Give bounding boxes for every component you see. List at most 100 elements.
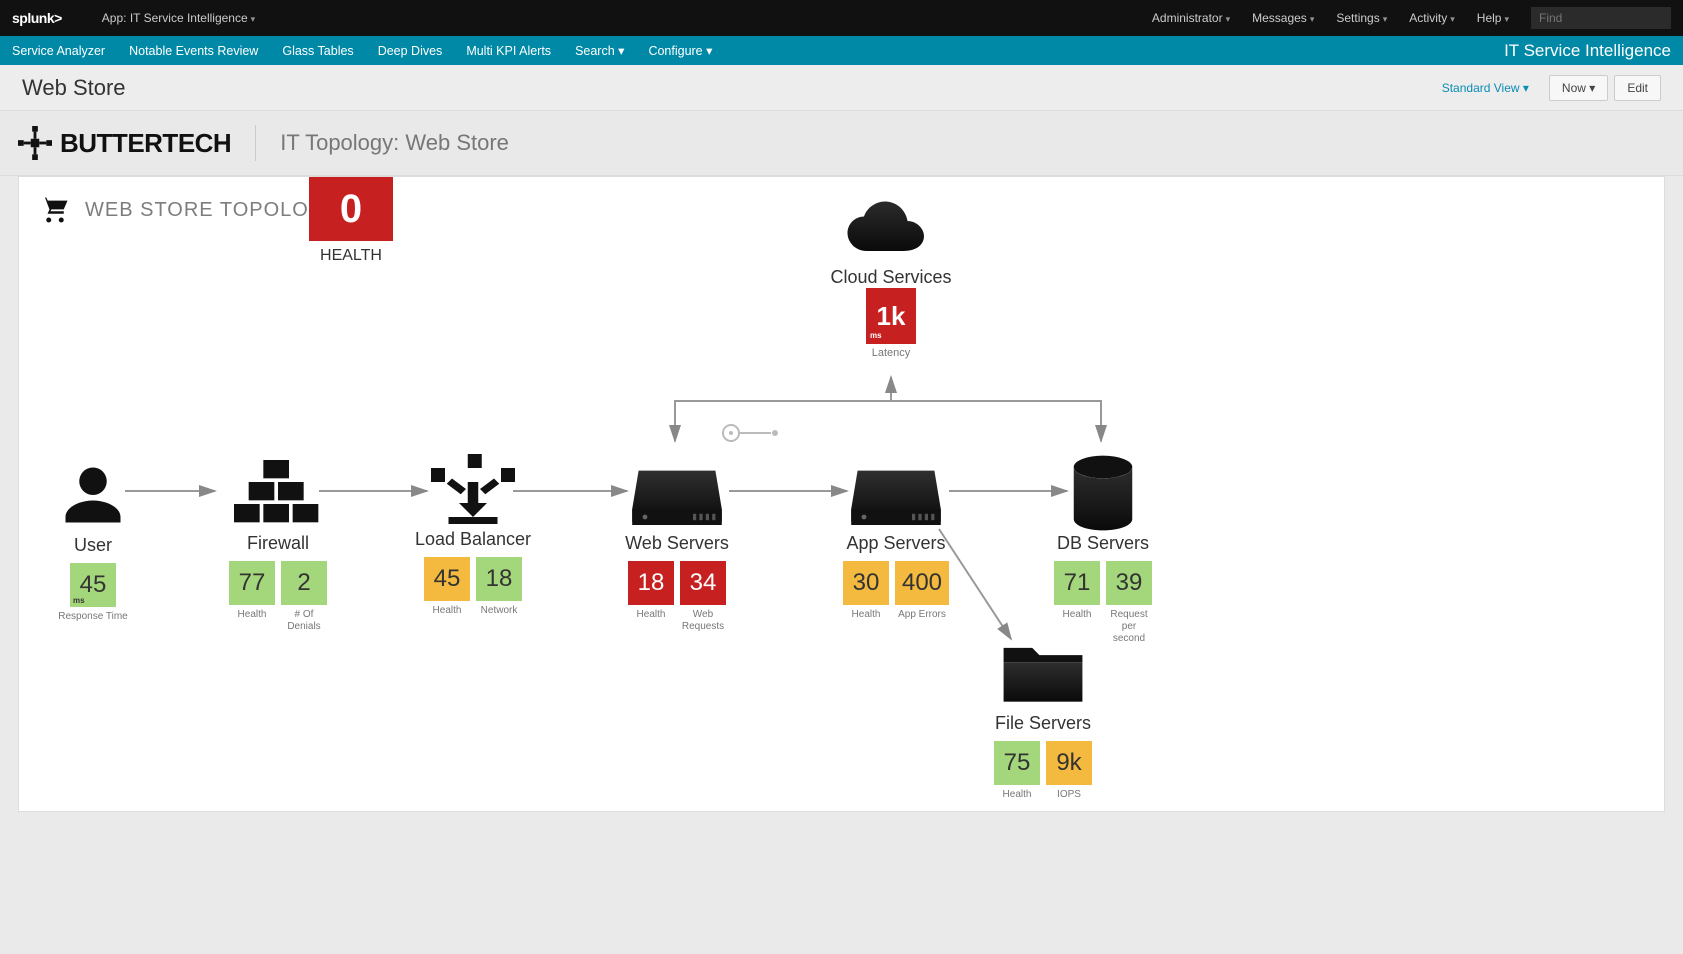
- kpi-value: 39: [1116, 571, 1143, 595]
- kpi-db-rps[interactable]: 39: [1106, 561, 1152, 605]
- kpi-firewall-denials[interactable]: 2: [281, 561, 327, 605]
- help-menu[interactable]: Help▾: [1477, 11, 1509, 25]
- node-lb-name: Load Balancer: [393, 529, 553, 550]
- kpi-value: 45: [434, 567, 461, 591]
- chevron-down-icon: ▾: [618, 44, 624, 58]
- kpi-value: 75: [1004, 751, 1031, 775]
- kpi-value: 1k: [877, 301, 906, 332]
- standard-view-link[interactable]: Standard View ▾: [1442, 81, 1529, 95]
- settings-menu[interactable]: Settings ▾: [1336, 11, 1387, 25]
- node-firewall-name: Firewall: [203, 533, 353, 554]
- node-db-servers[interactable]: DB Servers 71 39 HealthRequest per secon…: [1023, 457, 1183, 645]
- administrator-menu[interactable]: Administrator▾: [1152, 11, 1230, 25]
- kpi-value: 71: [1064, 571, 1091, 595]
- kpi-lb-health[interactable]: 45: [424, 557, 470, 601]
- nav-bar: Service Analyzer Notable Events Review G…: [0, 36, 1683, 65]
- kpi-value: 45: [80, 573, 107, 597]
- kpi-unit: ms: [870, 331, 882, 340]
- subtitle: IT Topology: Web Store: [280, 130, 509, 156]
- nav-notable-events[interactable]: Notable Events Review: [129, 44, 258, 58]
- panel-title: WEB STORE TOPOLOGY: [37, 195, 340, 225]
- kpi-value: 18: [486, 567, 513, 591]
- administrator-label: Administrator: [1152, 11, 1223, 25]
- load-balancer-icon: [425, 453, 521, 525]
- kpi-web-health[interactable]: 18: [628, 561, 674, 605]
- kpi-value: 34: [690, 571, 717, 595]
- chevron-down-icon: ▾: [706, 44, 712, 58]
- app-switcher-label: App: IT Service Intelligence: [102, 11, 248, 25]
- kpi-lb-network[interactable]: 18: [476, 557, 522, 601]
- health-big-caption: HEALTH: [309, 247, 393, 265]
- nav-multi-kpi[interactable]: Multi KPI Alerts: [466, 44, 551, 58]
- kpi-user-response-time[interactable]: 45ms: [70, 563, 116, 607]
- kpi-caption: Health: [628, 609, 674, 633]
- nav-glass-tables[interactable]: Glass Tables: [282, 44, 353, 58]
- kpi-caption: Latency: [811, 347, 971, 359]
- user-icon: [45, 459, 141, 531]
- kpi-firewall-health[interactable]: 77: [229, 561, 275, 605]
- chevron-down-icon: ▾: [1226, 14, 1231, 24]
- node-firewall[interactable]: Firewall 77 2 Health# Of Denials: [203, 457, 353, 633]
- database-icon: [1055, 457, 1151, 529]
- find-wrap: [1531, 7, 1671, 29]
- panel-title-text: WEB STORE TOPOLOGY: [85, 199, 340, 222]
- kpi-caption: Response Time: [58, 611, 127, 623]
- kpi-db-health[interactable]: 71: [1054, 561, 1100, 605]
- node-cloud-services[interactable]: Cloud Services 1k ms Latency: [811, 191, 971, 359]
- chevron-down-icon: ▾: [1523, 81, 1529, 95]
- kpi-value: 2: [297, 571, 310, 595]
- title-bar: Web Store Standard View ▾ Now ▾ Edit: [0, 65, 1683, 111]
- node-user[interactable]: User 45ms Response Time: [33, 459, 153, 623]
- top-bar: splunk> App: IT Service Intelligence▾ Ad…: [0, 0, 1683, 36]
- help-label: Help: [1477, 11, 1502, 25]
- firewall-icon: [230, 457, 326, 529]
- splunk-logo: splunk>: [12, 10, 62, 26]
- messages-menu[interactable]: Messages▾: [1252, 11, 1314, 25]
- timepicker-now-button[interactable]: Now ▾: [1549, 75, 1608, 101]
- folder-icon: [995, 637, 1091, 709]
- server-icon: [629, 457, 725, 529]
- settings-label: Settings: [1336, 11, 1379, 25]
- node-file-servers[interactable]: File Servers 75 9k HealthIOPS: [963, 637, 1123, 801]
- kpi-app-health[interactable]: 30: [843, 561, 889, 605]
- node-load-balancer[interactable]: Load Balancer 45 18 HealthNetwork: [393, 453, 553, 617]
- kpi-web-requests[interactable]: 34: [680, 561, 726, 605]
- node-file-name: File Servers: [963, 713, 1123, 734]
- health-big-kpi[interactable]: 0 HEALTH: [309, 177, 393, 265]
- node-web-name: Web Servers: [597, 533, 757, 554]
- node-web-servers[interactable]: Web Servers 18 34 HealthWeb Requests: [597, 457, 757, 633]
- kpi-caption: Health: [843, 609, 889, 621]
- cloud-icon: [843, 191, 939, 263]
- health-big-value: 0: [309, 177, 393, 241]
- chevron-down-icon: ▾: [251, 14, 256, 24]
- activity-menu[interactable]: Activity▾: [1409, 11, 1455, 25]
- kpi-value: 30: [853, 571, 880, 595]
- app-switcher[interactable]: App: IT Service Intelligence▾: [102, 11, 255, 25]
- kpi-value: 18: [638, 571, 665, 595]
- find-input[interactable]: [1531, 7, 1671, 29]
- standard-view-label: Standard View: [1442, 81, 1520, 95]
- chevron-down-icon: ▾: [1450, 14, 1455, 24]
- kpi-caption: # Of Denials: [281, 609, 327, 633]
- glass-table-canvas[interactable]: WEB STORE TOPOLOGY 0 HEALTH: [18, 176, 1665, 812]
- server-icon: [848, 457, 944, 529]
- nav-configure[interactable]: Configure ▾: [648, 43, 712, 58]
- kpi-app-errors[interactable]: 400: [895, 561, 949, 605]
- kpi-unit: ms: [73, 596, 85, 605]
- timepicker-label: Now: [1562, 81, 1586, 95]
- node-cloud-name: Cloud Services: [811, 267, 971, 288]
- node-app-servers[interactable]: App Servers 30 400 HealthApp Errors: [811, 457, 981, 621]
- chevron-down-icon: ▾: [1310, 14, 1315, 24]
- nav-brand: IT Service Intelligence: [1504, 41, 1671, 61]
- subheader: BUTTERTECH IT Topology: Web Store: [0, 111, 1683, 176]
- chevron-down-icon: ▾: [1383, 14, 1388, 24]
- nav-deep-dives[interactable]: Deep Dives: [378, 44, 443, 58]
- edit-button[interactable]: Edit: [1614, 75, 1661, 101]
- company-logo: BUTTERTECH: [18, 126, 231, 160]
- kpi-cloud-latency[interactable]: 1k ms: [866, 288, 916, 344]
- nav-service-analyzer[interactable]: Service Analyzer: [12, 44, 105, 58]
- kpi-file-health[interactable]: 75: [994, 741, 1040, 785]
- kpi-file-iops[interactable]: 9k: [1046, 741, 1092, 785]
- nav-configure-label: Configure: [648, 44, 702, 58]
- nav-search[interactable]: Search ▾: [575, 43, 624, 58]
